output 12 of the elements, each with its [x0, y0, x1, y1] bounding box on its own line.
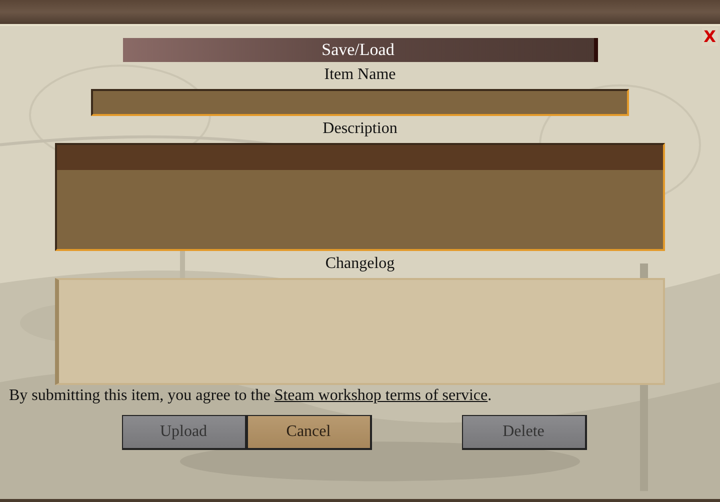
text-area[interactable] [55, 143, 665, 251]
agreement-text: By submitting this item, you agree to the Steam workshop terms of service. [9, 387, 492, 405]
dialog-button[interactable]: Cancel [246, 415, 372, 450]
dialog-title: Save/Load [122, 38, 598, 62]
field-label: Description [322, 120, 398, 138]
field-label: Changelog [325, 255, 395, 273]
terms-link[interactable]: Steam workshop terms of service [274, 387, 488, 404]
text-field[interactable] [91, 89, 629, 116]
dialog-button[interactable]: Upload [122, 415, 246, 450]
field-label: Item Name [324, 66, 396, 84]
dialog-button[interactable]: Delete [462, 415, 586, 450]
close-button[interactable]: X [702, 28, 718, 46]
